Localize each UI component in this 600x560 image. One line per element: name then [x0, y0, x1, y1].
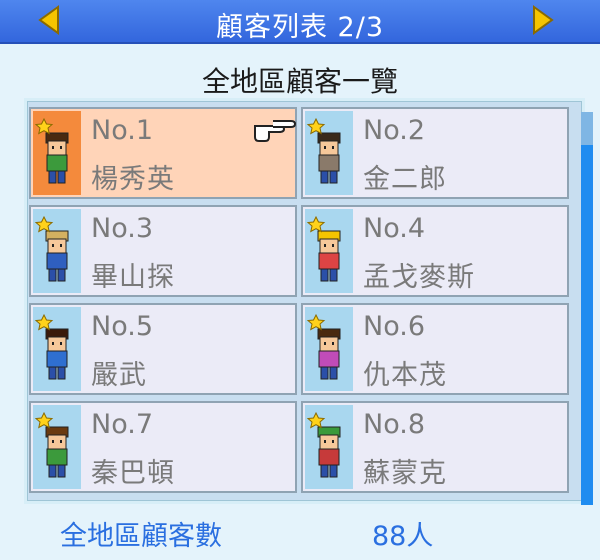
customer-sprite [306, 313, 341, 380]
customer-portrait [33, 209, 81, 293]
customer-sprite [306, 411, 341, 478]
customer-number: No.6 [363, 311, 426, 342]
customer-sprite [34, 411, 69, 478]
customer-portrait [33, 405, 81, 489]
customer-sprite [34, 313, 69, 380]
customer-portrait [33, 307, 81, 391]
customer-portrait [305, 405, 353, 489]
customer-grid: No.1 楊秀英 No.2 金二郎 No.3 畢山探 No.4 孟戈麥斯 No.… [24, 98, 585, 504]
customer-card-6[interactable]: No.6 仇本茂 [301, 303, 569, 395]
customer-name: 仇本茂 [363, 360, 447, 391]
star-icon [34, 313, 54, 331]
customer-card-1[interactable]: No.1 楊秀英 [29, 107, 297, 199]
arrow-right-icon[interactable] [530, 5, 556, 35]
customer-name: 孟戈麥斯 [363, 262, 475, 293]
pointing-hand-icon [254, 120, 297, 142]
customer-name: 蘇蒙克 [363, 458, 447, 489]
customer-name: 楊秀英 [91, 164, 175, 195]
customer-card-8[interactable]: No.8 蘇蒙克 [301, 401, 569, 493]
star-icon [306, 313, 326, 331]
customer-card-2[interactable]: No.2 金二郎 [301, 107, 569, 199]
customer-sprite [34, 215, 69, 282]
star-icon [306, 117, 326, 135]
customer-card-4[interactable]: No.4 孟戈麥斯 [301, 205, 569, 297]
star-icon [34, 215, 54, 233]
star-icon [306, 411, 326, 429]
customer-number: No.8 [363, 409, 426, 440]
customer-number: No.7 [91, 409, 154, 440]
star-icon [34, 411, 54, 429]
total-customers-label: 全地區顧客數 [60, 521, 222, 552]
customer-name: 嚴武 [91, 360, 147, 391]
scrollbar-thumb[interactable] [581, 145, 593, 505]
customer-sprite [306, 215, 341, 282]
customer-portrait [305, 307, 353, 391]
customer-name: 畢山探 [91, 262, 175, 293]
customer-portrait [305, 111, 353, 195]
customer-portrait [305, 209, 353, 293]
list-subtitle: 全地區顧客一覽 [201, 65, 398, 98]
customer-number: No.3 [91, 213, 154, 244]
customer-number: No.2 [363, 115, 426, 146]
customer-portrait [33, 111, 81, 195]
customer-card-3[interactable]: No.3 畢山探 [29, 205, 297, 297]
page-title: 顧客列表 2/3 [215, 12, 385, 43]
customer-number: No.4 [363, 213, 426, 244]
customer-name: 秦巴頓 [91, 458, 175, 489]
customer-name: 金二郎 [363, 164, 447, 195]
customer-number: No.5 [91, 311, 154, 342]
customer-number: No.1 [91, 115, 154, 146]
customer-card-7[interactable]: No.7 秦巴頓 [29, 401, 297, 493]
star-icon [306, 215, 326, 233]
customer-sprite [34, 117, 69, 184]
total-customers-value: 88人 [372, 521, 434, 552]
header-bar: 顧客列表 2/3 [0, 0, 600, 44]
customer-card-5[interactable]: No.5 嚴武 [29, 303, 297, 395]
customer-sprite [306, 117, 341, 184]
star-icon [34, 117, 54, 135]
